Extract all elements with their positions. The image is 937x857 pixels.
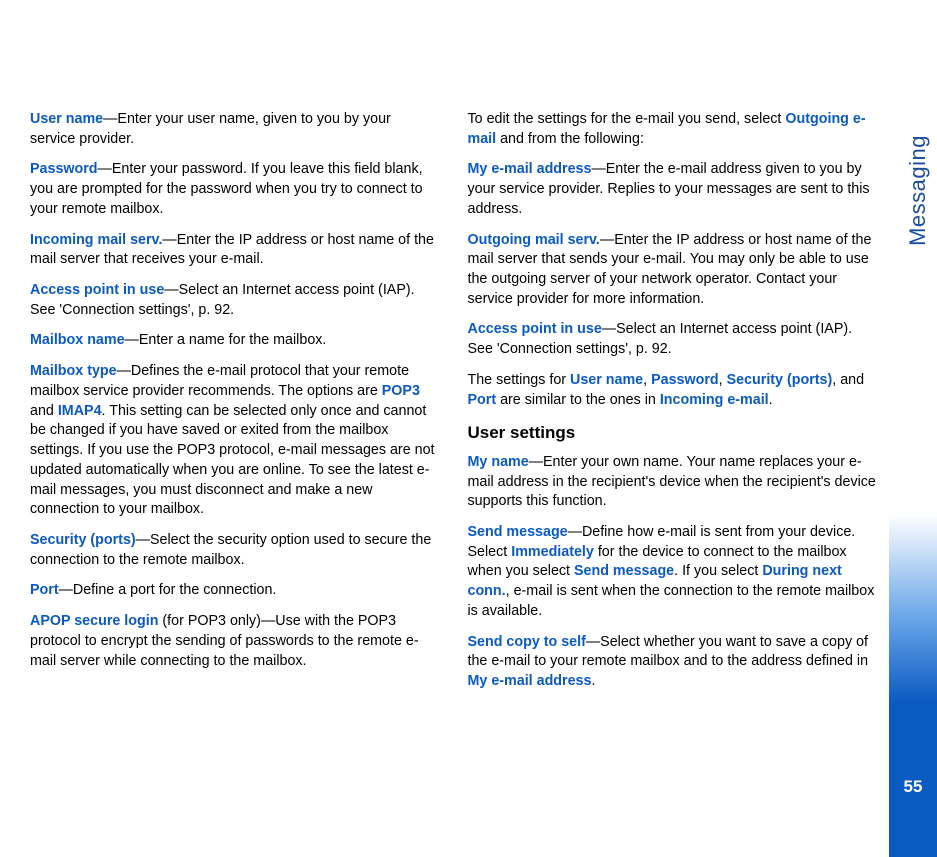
setting-send-copy-to-self: Send copy to self—Select whether you wan… bbox=[468, 633, 878, 692]
setting-send-message: Send message—Define how e-mail is sent f… bbox=[468, 523, 878, 622]
setting-access-point-in-use: Access point in use—Select an Internet a… bbox=[30, 281, 440, 320]
term-mailbox-name: Mailbox name bbox=[30, 332, 125, 348]
term-password: Password bbox=[30, 161, 98, 177]
setting-incoming-mail-serv: Incoming mail serv.—Enter the IP address… bbox=[30, 231, 440, 270]
section-label: Messaging bbox=[905, 135, 931, 246]
term-port-ref: Port bbox=[468, 392, 497, 408]
setting-user-name: User name—Enter your user name, given to… bbox=[30, 110, 440, 149]
setting-password: Password—Enter your password. If you lea… bbox=[30, 160, 440, 219]
term-access-point: Access point in use bbox=[30, 282, 164, 298]
right-column: To edit the settings for the e-mail you … bbox=[468, 110, 878, 817]
term-send-message: Send message bbox=[468, 524, 568, 540]
heading-user-settings: User settings bbox=[468, 421, 878, 444]
setting-my-name: My name—Enter your own name. Your name r… bbox=[468, 453, 878, 512]
term-access-point-2: Access point in use bbox=[468, 321, 602, 337]
setting-security-ports: Security (ports)—Select the security opt… bbox=[30, 531, 440, 570]
term-my-name: My name bbox=[468, 454, 529, 470]
setting-mailbox-name: Mailbox name—Enter a name for the mailbo… bbox=[30, 331, 440, 351]
term-incoming-mail-serv: Incoming mail serv. bbox=[30, 232, 162, 248]
page-content: User name—Enter your user name, given to… bbox=[0, 0, 889, 857]
side-tab: Messaging 55 bbox=[889, 0, 937, 857]
term-security-ports: Security (ports) bbox=[30, 532, 136, 548]
term-port: Port bbox=[30, 582, 59, 598]
term-immediately: Immediately bbox=[511, 544, 594, 560]
term-my-email-address-ref: My e-mail address bbox=[468, 673, 592, 689]
term-outgoing-mail-serv: Outgoing mail serv. bbox=[468, 232, 600, 248]
term-my-email-address: My e-mail address bbox=[468, 161, 592, 177]
setting-my-email-address: My e-mail address—Enter the e-mail addre… bbox=[468, 160, 878, 219]
left-column: User name—Enter your user name, given to… bbox=[30, 110, 440, 817]
setting-apop-secure-login: APOP secure login (for POP3 only)—Use wi… bbox=[30, 612, 440, 671]
term-imap4: IMAP4 bbox=[58, 403, 102, 419]
term-user-name: User name bbox=[30, 111, 103, 127]
term-user-name-ref: User name bbox=[570, 372, 643, 388]
setting-port: Port—Define a port for the connection. bbox=[30, 581, 440, 601]
settings-similar-note: The settings for User name, Password, Se… bbox=[468, 371, 878, 410]
term-mailbox-type: Mailbox type bbox=[30, 363, 117, 379]
term-send-message-ref: Send message bbox=[574, 563, 674, 579]
setting-mailbox-type: Mailbox type—Defines the e-mail protocol… bbox=[30, 362, 440, 520]
term-apop: APOP secure login bbox=[30, 613, 158, 629]
page-number: 55 bbox=[889, 777, 937, 797]
outgoing-intro: To edit the settings for the e-mail you … bbox=[468, 110, 878, 149]
term-incoming-email-ref: Incoming e-mail bbox=[660, 392, 769, 408]
setting-outgoing-mail-serv: Outgoing mail serv.—Enter the IP address… bbox=[468, 231, 878, 310]
setting-access-point-in-use-2: Access point in use—Select an Internet a… bbox=[468, 320, 878, 359]
term-send-copy-to-self: Send copy to self bbox=[468, 634, 586, 650]
term-password-ref: Password bbox=[651, 372, 719, 388]
term-security-ref: Security (ports) bbox=[727, 372, 833, 388]
term-pop3: POP3 bbox=[382, 383, 420, 399]
